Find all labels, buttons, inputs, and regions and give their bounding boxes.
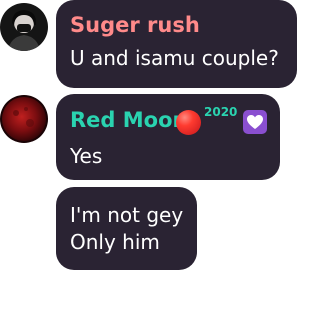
message-author[interactable]: Red Moon xyxy=(70,110,187,131)
message-bubble[interactable]: I'm not gey Only him xyxy=(56,187,197,270)
message-text: U and isamu couple? xyxy=(70,46,279,70)
year-badge: 2020 xyxy=(204,105,238,119)
purple-heart-icon xyxy=(243,110,267,134)
message-bubble[interactable]: Red Moon 2020 Yes xyxy=(56,94,280,180)
red-circle-icon xyxy=(176,110,201,135)
message-author[interactable]: Suger rush xyxy=(70,15,200,36)
user-avatar-red-moon[interactable] xyxy=(0,95,48,143)
message-text-line: Only him xyxy=(70,230,160,254)
user-avatar-suger-rush[interactable] xyxy=(0,3,48,51)
message-text-line: I'm not gey xyxy=(70,203,184,227)
message-bubble[interactable]: Suger rush U and isamu couple? xyxy=(56,0,297,88)
message-text: Yes xyxy=(70,144,103,168)
